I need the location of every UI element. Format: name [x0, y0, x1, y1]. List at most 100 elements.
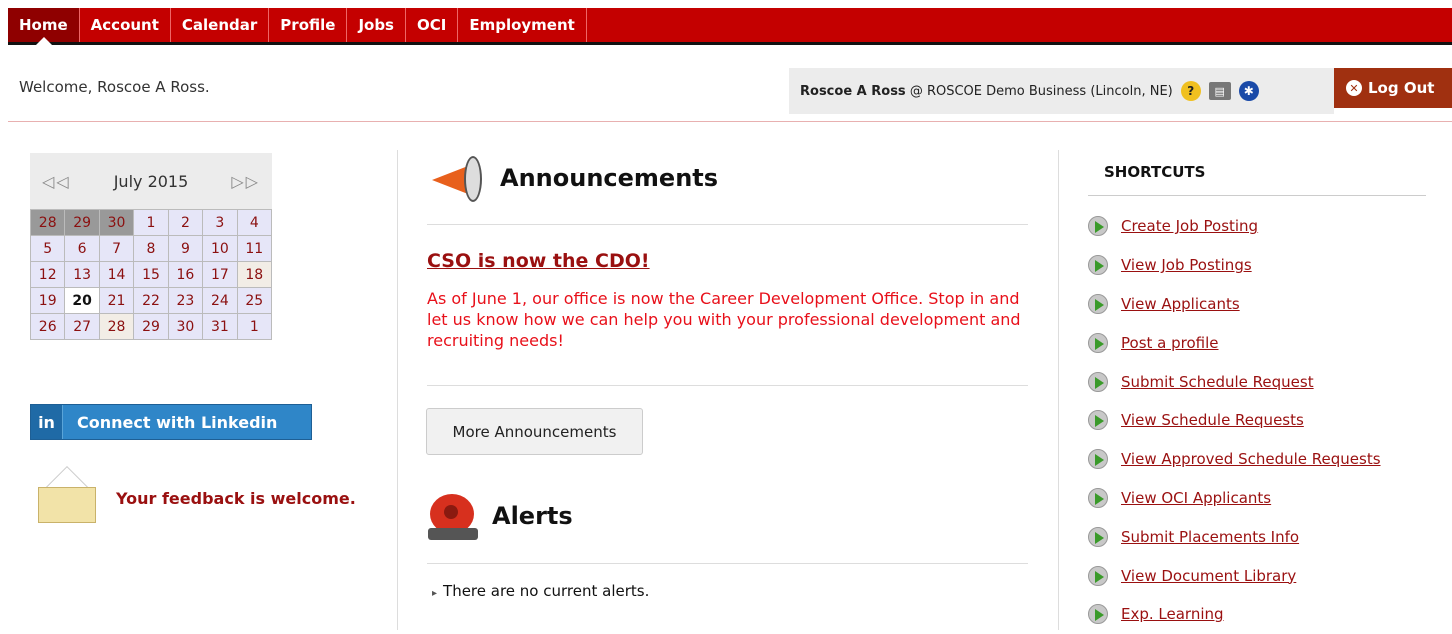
shortcut-item[interactable]: View Approved Schedule Requests	[1088, 440, 1381, 479]
shortcut-item[interactable]: View OCI Applicants	[1088, 479, 1381, 518]
calendar-day[interactable]: 7	[99, 236, 135, 262]
calendar-day[interactable]: 25	[237, 288, 272, 314]
calendar-day[interactable]: 11	[237, 236, 272, 262]
calendar-day[interactable]: 30	[99, 210, 135, 236]
calendar-day[interactable]: 30	[168, 314, 204, 340]
tab-profile[interactable]: Profile	[269, 8, 348, 42]
tab-oci[interactable]: OCI	[406, 8, 459, 42]
shortcut-link[interactable]: View Document Library	[1121, 567, 1296, 585]
shortcut-item[interactable]: View Document Library	[1088, 556, 1381, 595]
tab-account[interactable]: Account	[80, 8, 171, 42]
calendar-day[interactable]: 1	[237, 314, 272, 340]
calendar-day[interactable]: 12	[31, 262, 66, 288]
shortcut-link[interactable]: Post a profile	[1121, 334, 1219, 352]
shortcut-item[interactable]: Submit Schedule Request	[1088, 362, 1381, 401]
calendar-day[interactable]: 14	[99, 262, 135, 288]
calendar-day[interactable]: 5	[31, 236, 66, 262]
arrow-go-icon	[1088, 332, 1108, 353]
calendar-day[interactable]: 21	[99, 288, 135, 314]
alarm-bell-icon	[428, 490, 478, 542]
tab-home[interactable]: Home	[8, 8, 80, 45]
calendar-day[interactable]: 28	[99, 314, 135, 340]
announcement-headline-link[interactable]: CSO is now the CDO!	[427, 250, 650, 272]
announcements-header: Announcements	[428, 150, 718, 206]
shortcut-item[interactable]: Create Job Posting	[1088, 207, 1381, 246]
shortcut-link[interactable]: Exp. Learning	[1121, 605, 1224, 623]
tab-label: Home	[19, 16, 68, 34]
column-divider	[1058, 150, 1059, 630]
next-month-icon[interactable]: ▷▷	[231, 172, 260, 191]
top-nav: Home Account Calendar Profile Jobs OCI E…	[0, 0, 1452, 46]
calendar-day[interactable]: 1	[134, 210, 169, 236]
header-divider	[8, 121, 1452, 122]
no-alerts-text: ▸ There are no current alerts.	[432, 582, 649, 600]
arrow-go-icon	[1088, 410, 1108, 431]
arrow-go-icon	[1088, 604, 1108, 625]
arrow-go-icon	[1088, 565, 1108, 586]
calendar-day[interactable]: 3	[203, 210, 238, 236]
calendar-day[interactable]: 29	[134, 314, 169, 340]
calendar-day[interactable]: 16	[168, 262, 204, 288]
help-icon[interactable]: ?	[1180, 81, 1201, 101]
column-divider	[397, 150, 398, 630]
calendar-day[interactable]: 19	[31, 288, 66, 314]
calendar-day[interactable]: 27	[65, 314, 100, 340]
more-announcements-button[interactable]: More Announcements	[426, 408, 643, 455]
shortcut-item[interactable]: View Schedule Requests	[1088, 401, 1381, 440]
shortcut-link[interactable]: View OCI Applicants	[1121, 489, 1271, 507]
logout-button[interactable]: ✕ Log Out	[1334, 68, 1452, 108]
calendar-day[interactable]: 26	[31, 314, 66, 340]
shortcuts-title: SHORTCUTS	[1104, 163, 1206, 181]
calendar-day[interactable]: 9	[168, 236, 204, 262]
arrow-go-icon	[1088, 293, 1108, 314]
mini-calendar: ◁◁ July 2015 ▷▷ 28 29 30 1 2 3 4 5 6 7 8 9 10 11 12 13 1…	[30, 153, 272, 340]
shortcut-item[interactable]: Post a profile	[1088, 323, 1381, 362]
calendar-day[interactable]: 24	[203, 288, 238, 314]
tab-calendar[interactable]: Calendar	[171, 8, 270, 42]
shortcut-link[interactable]: Submit Schedule Request	[1121, 373, 1314, 391]
shortcut-item[interactable]: Submit Placements Info	[1088, 517, 1381, 556]
calendar-day[interactable]: 18	[237, 262, 272, 288]
calendar-day[interactable]: 31	[203, 314, 238, 340]
announcement-body: As of June 1, our office is now the Care…	[427, 289, 1021, 350]
logout-label: Log Out	[1368, 79, 1435, 97]
print-icon[interactable]: ▤	[1208, 82, 1231, 100]
linkedin-connect-button[interactable]: in Connect with Linkedin	[30, 404, 312, 440]
shortcut-item[interactable]: View Applicants	[1088, 285, 1381, 324]
calendar-day[interactable]: 22	[134, 288, 169, 314]
alerts-title: Alerts	[492, 502, 573, 530]
shortcut-item[interactable]: View Job Postings	[1088, 246, 1381, 285]
calendar-day[interactable]: 8	[134, 236, 169, 262]
calendar-day[interactable]: 4	[237, 210, 272, 236]
calendar-day[interactable]: 20	[65, 288, 100, 314]
calendar-day[interactable]: 23	[168, 288, 204, 314]
shortcut-link[interactable]: Submit Placements Info	[1121, 528, 1299, 546]
shortcut-link[interactable]: View Job Postings	[1121, 256, 1252, 274]
accessibility-icon[interactable]: ✱	[1238, 81, 1259, 101]
feedback-link[interactable]: Your feedback is welcome.	[38, 465, 356, 523]
calendar-day[interactable]: 15	[134, 262, 169, 288]
megaphone-icon	[428, 150, 486, 206]
calendar-day[interactable]: 28	[31, 210, 66, 236]
linkedin-label: Connect with Linkedin	[77, 412, 278, 432]
calendar-header: ◁◁ July 2015 ▷▷	[30, 153, 272, 209]
shortcut-link[interactable]: Create Job Posting	[1121, 217, 1258, 235]
arrow-go-icon	[1088, 216, 1108, 237]
tab-employment[interactable]: Employment	[458, 8, 587, 42]
shortcut-link[interactable]: View Schedule Requests	[1121, 411, 1304, 429]
shortcut-item[interactable]: Exp. Learning	[1088, 595, 1381, 634]
tab-jobs[interactable]: Jobs	[347, 8, 406, 42]
calendar-day[interactable]: 17	[203, 262, 238, 288]
calendar-day[interactable]: 6	[65, 236, 100, 262]
bullet-icon: ▸	[432, 588, 438, 599]
calendar-day[interactable]: 13	[65, 262, 100, 288]
arrow-go-icon	[1088, 526, 1108, 547]
calendar-day[interactable]: 10	[203, 236, 238, 262]
calendar-day[interactable]: 2	[168, 210, 204, 236]
calendar-day[interactable]: 29	[65, 210, 100, 236]
arrow-go-icon	[1088, 255, 1108, 276]
envelope-icon	[38, 465, 96, 523]
shortcut-link[interactable]: View Applicants	[1121, 295, 1240, 313]
shortcut-link[interactable]: View Approved Schedule Requests	[1121, 450, 1381, 468]
prev-month-icon[interactable]: ◁◁	[42, 172, 71, 191]
